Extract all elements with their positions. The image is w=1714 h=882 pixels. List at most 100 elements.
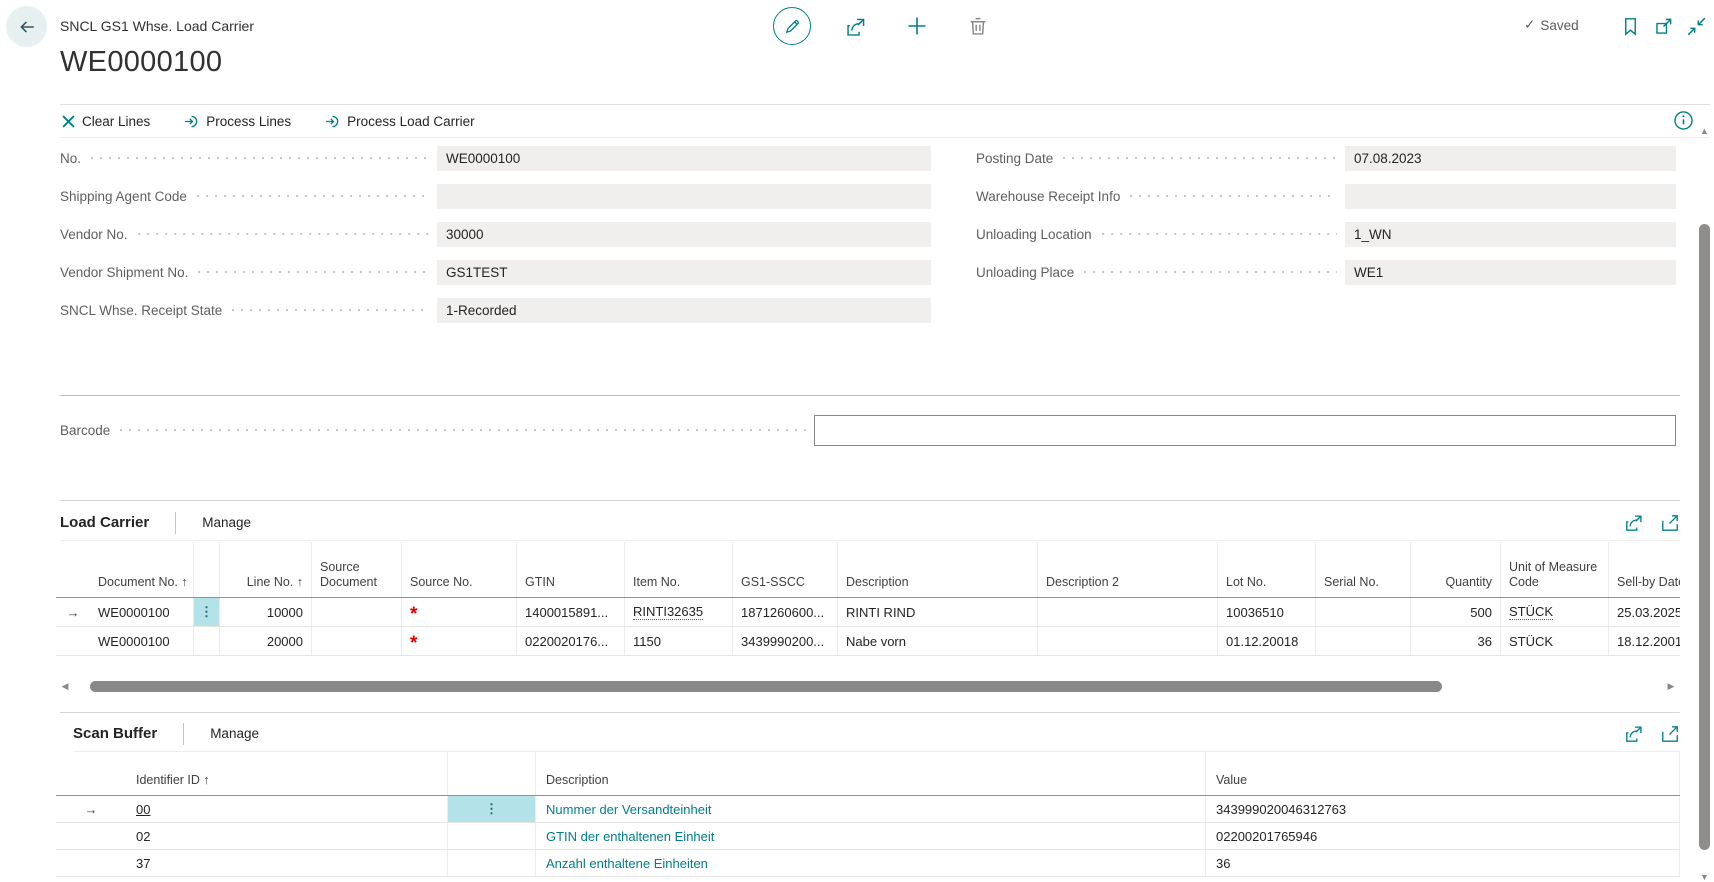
row-options-dots[interactable] <box>448 823 536 849</box>
load-carrier-expand-button[interactable] <box>1660 513 1680 533</box>
cell-description-2[interactable] <box>1038 627 1218 655</box>
share-button[interactable] <box>845 16 867 38</box>
column-header-item-no[interactable]: Item No. <box>625 542 733 597</box>
clear-lines-button[interactable]: Clear Lines <box>62 114 150 129</box>
column-header-source-no[interactable]: Source No. <box>402 542 517 597</box>
column-header-document-no[interactable]: Document No. ↑ <box>90 542 194 597</box>
column-header-gs1-sscc[interactable]: GS1-SSCC <box>733 542 838 597</box>
cell-identifier-id[interactable]: 37 <box>126 850 448 876</box>
field-warehouse-receipt-info-input[interactable] <box>1345 184 1676 209</box>
field-receipt-state-input[interactable]: 1-Recorded <box>437 298 931 323</box>
cell-description[interactable]: Nabe vorn <box>838 627 1038 655</box>
cell-description[interactable]: GTIN der enthaltenen Einheit <box>536 823 1206 849</box>
cell-document-no[interactable]: WE0000100 <box>90 627 194 655</box>
load-carrier-share-button[interactable] <box>1624 513 1644 533</box>
new-button[interactable] <box>906 15 928 37</box>
column-header-lot-no[interactable]: Lot No. <box>1218 542 1316 597</box>
scroll-left-arrow[interactable]: ◀ <box>58 679 72 694</box>
cell-document-no[interactable]: WE0000100 <box>90 598 194 626</box>
bookmark-button[interactable] <box>1620 16 1640 36</box>
column-header-description[interactable]: Description <box>838 542 1038 597</box>
identifier-drilldown[interactable]: 00 <box>136 802 150 817</box>
column-header-description[interactable]: Description <box>536 752 1206 795</box>
process-lines-button[interactable]: Process Lines <box>184 114 291 129</box>
collapse-button[interactable] <box>1686 16 1706 36</box>
cell-source-document[interactable] <box>312 627 402 655</box>
scan-buffer-manage-menu[interactable]: Manage <box>210 726 259 741</box>
barcode-input[interactable] <box>814 415 1676 446</box>
load-carrier-manage-menu[interactable]: Manage <box>202 515 251 530</box>
row-options-dots[interactable] <box>194 627 220 655</box>
scan-buffer-expand-button[interactable] <box>1660 724 1680 744</box>
column-header-description-2[interactable]: Description 2 <box>1038 542 1218 597</box>
cell-gs1-sscc[interactable]: 1871260600... <box>733 598 838 626</box>
cell-lot-no[interactable]: 01.12.20018 <box>1218 627 1316 655</box>
field-vendor-shipment-no-input[interactable]: GS1TEST <box>437 260 931 285</box>
cell-description[interactable]: RINTI RIND <box>838 598 1038 626</box>
scroll-up-arrow[interactable]: ▲ <box>1697 126 1712 136</box>
field-unloading-location-input[interactable]: 1_WN <box>1345 222 1676 247</box>
cell-uom[interactable]: STÜCK <box>1501 598 1609 626</box>
scroll-down-arrow[interactable]: ▼ <box>1697 872 1712 882</box>
cell-gtin[interactable]: 0220020176... <box>517 627 625 655</box>
vertical-scrollbar[interactable]: ▲ ▼ <box>1697 126 1712 882</box>
cell-line-no[interactable]: 10000 <box>220 598 312 626</box>
edit-button[interactable] <box>773 7 811 45</box>
delete-button[interactable] <box>967 15 989 37</box>
scroll-right-arrow[interactable]: ▶ <box>1664 679 1678 694</box>
cell-item-no[interactable]: 1150 <box>625 627 733 655</box>
cell-description[interactable]: Anzahl enthaltene Einheiten <box>536 850 1206 876</box>
load-carrier-title[interactable]: Load Carrier <box>60 514 149 531</box>
cell-line-no[interactable]: 20000 <box>220 627 312 655</box>
cell-sell-by-date[interactable]: 25.03.2025 <box>1609 598 1680 626</box>
vertical-scroll-thumb[interactable] <box>1699 224 1710 850</box>
row-options-dots[interactable]: ⋮ <box>448 796 536 822</box>
cell-gs1-sscc[interactable]: 3439990200... <box>733 627 838 655</box>
cell-quantity[interactable]: 36 <box>1411 627 1501 655</box>
cell-value[interactable]: 36 <box>1206 850 1680 876</box>
row-options-dots[interactable] <box>448 850 536 876</box>
open-in-new-window-button[interactable] <box>1653 16 1673 36</box>
cell-uom[interactable]: STÜCK <box>1501 627 1609 655</box>
column-header-gtin[interactable]: GTIN <box>517 542 625 597</box>
cell-description[interactable]: Nummer der Versandteinheit <box>536 796 1206 822</box>
field-no-input[interactable]: WE0000100 <box>437 146 931 171</box>
scan-buffer-title[interactable]: Scan Buffer <box>73 725 157 742</box>
cell-item-no[interactable]: RINTI32635 <box>625 598 733 626</box>
cell-serial-no[interactable] <box>1316 598 1411 626</box>
horizontal-scroll-thumb[interactable] <box>90 681 1442 692</box>
scan-buffer-share-button[interactable] <box>1624 724 1644 744</box>
cell-quantity[interactable]: 500 <box>1411 598 1501 626</box>
column-header-serial-no[interactable]: Serial No. <box>1316 542 1411 597</box>
horizontal-scroll-track[interactable] <box>72 681 1664 692</box>
column-header-uom[interactable]: Unit of Measure Code <box>1501 542 1609 597</box>
column-header-value[interactable]: Value <box>1206 752 1680 795</box>
cell-value[interactable]: 343999020046312763 <box>1206 796 1680 822</box>
cell-identifier-id[interactable]: 02 <box>126 823 448 849</box>
column-header-sell-by-date[interactable]: Sell-by Date <box>1609 542 1680 597</box>
column-header-source-document[interactable]: Source Document <box>312 542 402 597</box>
info-button[interactable] <box>1672 109 1694 131</box>
required-asterisk-icon[interactable]: * <box>410 604 417 620</box>
field-unloading-place-input[interactable]: WE1 <box>1345 260 1676 285</box>
process-load-carrier-button[interactable]: Process Load Carrier <box>325 114 475 129</box>
cell-sell-by-date[interactable]: 18.12.2001 <box>1609 627 1680 655</box>
field-shipping-agent-code-input[interactable] <box>437 184 931 209</box>
column-header-line-no[interactable]: Line No. ↑ <box>220 542 312 597</box>
cell-description-2[interactable] <box>1038 598 1218 626</box>
field-vendor-no-input[interactable]: 30000 <box>437 222 931 247</box>
uom-drilldown[interactable]: STÜCK <box>1509 604 1553 620</box>
cell-gtin[interactable]: 1400015891... <box>517 598 625 626</box>
field-posting-date-input[interactable]: 07.08.2023 <box>1345 146 1676 171</box>
cell-lot-no[interactable]: 10036510 <box>1218 598 1316 626</box>
column-header-identifier-id[interactable]: Identifier ID ↑ <box>126 752 448 795</box>
column-header-quantity[interactable]: Quantity <box>1411 542 1501 597</box>
cell-source-document[interactable] <box>312 598 402 626</box>
cell-identifier-id[interactable]: 00 <box>126 796 448 822</box>
cell-serial-no[interactable] <box>1316 627 1411 655</box>
cell-value[interactable]: 02200201765946 <box>1206 823 1680 849</box>
row-options-dots[interactable]: ⋮ <box>194 598 220 626</box>
back-button[interactable] <box>6 6 47 47</box>
item-no-drilldown[interactable]: RINTI32635 <box>633 604 703 620</box>
required-asterisk-icon[interactable]: * <box>410 633 417 649</box>
